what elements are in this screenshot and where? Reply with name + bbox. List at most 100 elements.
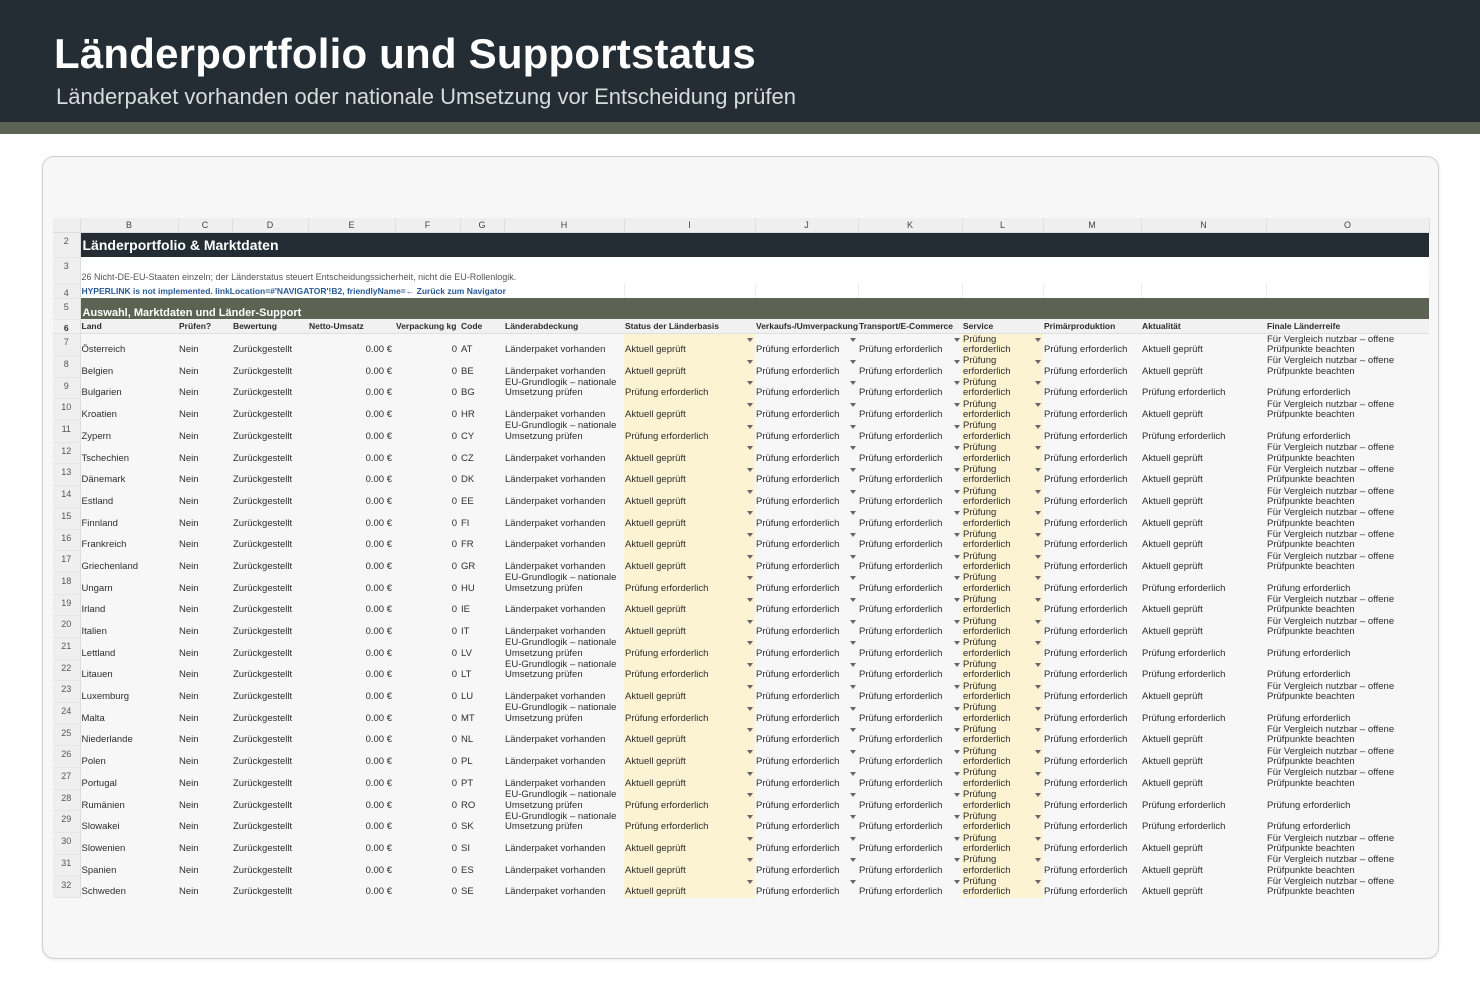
dropdown-arrow-icon[interactable] xyxy=(954,684,960,689)
verkauf-dropdown[interactable]: Prüfung erforderlich xyxy=(755,876,858,898)
status-dropdown[interactable]: Aktuell geprüft xyxy=(624,485,755,508)
cell-netto-umsatz[interactable]: 0.00 € xyxy=(308,810,395,833)
cell-land[interactable]: Rumänien xyxy=(80,789,178,811)
transport-dropdown[interactable]: Prüfung erforderlich xyxy=(858,550,962,573)
cell-code[interactable]: ES xyxy=(460,854,504,876)
service-dropdown[interactable]: Prüfung erforderlich xyxy=(962,659,1043,681)
cell-laenderabdeckung[interactable]: Länderpaket vorhanden xyxy=(504,550,624,573)
status-dropdown[interactable]: Aktuell geprüft xyxy=(624,463,755,486)
cell-finale-laenderreife[interactable]: Prüfung erforderlich xyxy=(1266,572,1429,595)
cell-code[interactable]: FI xyxy=(460,507,504,529)
cell-verpackung-kg[interactable]: 0 xyxy=(395,529,460,551)
cell-pruefen[interactable]: Nein xyxy=(178,615,232,638)
cell-pruefen[interactable]: Nein xyxy=(178,420,232,443)
cell-code[interactable]: AT xyxy=(460,333,504,356)
dropdown-arrow-icon[interactable] xyxy=(1035,749,1041,754)
status-dropdown[interactable]: Aktuell geprüft xyxy=(624,529,755,551)
transport-dropdown[interactable]: Prüfung erforderlich xyxy=(858,594,962,616)
cell-primaerproduktion[interactable]: Prüfung erforderlich xyxy=(1043,702,1141,725)
status-dropdown[interactable]: Prüfung erforderlich xyxy=(624,572,755,595)
cell-netto-umsatz[interactable]: 0.00 € xyxy=(308,876,395,898)
service-dropdown[interactable]: Prüfung erforderlich xyxy=(962,398,1043,421)
cell-laenderabdeckung[interactable]: Länderpaket vorhanden xyxy=(504,724,624,746)
cell-finale-laenderreife[interactable]: Für Vergleich nutzbar – offene Prüfpunkt… xyxy=(1266,724,1429,746)
cell-finale-laenderreife[interactable]: Prüfung erforderlich xyxy=(1266,810,1429,833)
cell-land[interactable]: Niederlande xyxy=(80,724,178,746)
cell-netto-umsatz[interactable]: 0.00 € xyxy=(308,463,395,486)
verkauf-dropdown[interactable]: Prüfung erforderlich xyxy=(755,767,858,790)
row-number[interactable]: 27 xyxy=(53,767,81,790)
transport-dropdown[interactable]: Prüfung erforderlich xyxy=(858,876,962,898)
dropdown-arrow-icon[interactable] xyxy=(954,381,960,386)
cell-primaerproduktion[interactable]: Prüfung erforderlich xyxy=(1043,572,1141,595)
cell-verpackung-kg[interactable]: 0 xyxy=(395,333,460,356)
cell-laenderabdeckung[interactable]: Länderpaket vorhanden xyxy=(504,615,624,638)
cell-primaerproduktion[interactable]: Prüfung erforderlich xyxy=(1043,724,1141,746)
cell-verpackung-kg[interactable]: 0 xyxy=(395,572,460,595)
dropdown-arrow-icon[interactable] xyxy=(747,619,753,624)
cell-verpackung-kg[interactable]: 0 xyxy=(395,420,460,443)
verkauf-dropdown[interactable]: Prüfung erforderlich xyxy=(755,333,858,356)
cell-primaerproduktion[interactable]: Prüfung erforderlich xyxy=(1043,463,1141,486)
cell-primaerproduktion[interactable]: Prüfung erforderlich xyxy=(1043,529,1141,551)
cell-netto-umsatz[interactable]: 0.00 € xyxy=(308,659,395,681)
cell-finale-laenderreife[interactable]: Für Vergleich nutzbar – offene Prüfpunkt… xyxy=(1266,398,1429,421)
cell-pruefen[interactable]: Nein xyxy=(178,789,232,811)
transport-dropdown[interactable]: Prüfung erforderlich xyxy=(858,832,962,855)
cell-land[interactable]: Belgien xyxy=(80,355,178,378)
cell-code[interactable]: IE xyxy=(460,594,504,616)
dropdown-arrow-icon[interactable] xyxy=(747,467,753,472)
cell-pruefen[interactable]: Nein xyxy=(178,398,232,421)
dropdown-arrow-icon[interactable] xyxy=(747,880,753,884)
cell-aktualitaet[interactable]: Prüfung erforderlich xyxy=(1141,420,1266,443)
dropdown-arrow-icon[interactable] xyxy=(1035,359,1041,364)
transport-dropdown[interactable]: Prüfung erforderlich xyxy=(858,659,962,681)
verkauf-dropdown[interactable]: Prüfung erforderlich xyxy=(755,594,858,616)
cell-code[interactable]: LT xyxy=(460,659,504,681)
verkauf-dropdown[interactable]: Prüfung erforderlich xyxy=(755,680,858,703)
service-dropdown[interactable]: Prüfung erforderlich xyxy=(962,377,1043,399)
dropdown-arrow-icon[interactable] xyxy=(1035,576,1041,581)
cell-primaerproduktion[interactable]: Prüfung erforderlich xyxy=(1043,767,1141,790)
dropdown-arrow-icon[interactable] xyxy=(1035,771,1041,776)
transport-dropdown[interactable]: Prüfung erforderlich xyxy=(858,420,962,443)
row-number[interactable]: 18 xyxy=(53,572,81,595)
status-dropdown[interactable]: Aktuell geprüft xyxy=(624,442,755,464)
cell-laenderabdeckung[interactable]: EU-Grundlogik – nationale Umsetzung prüf… xyxy=(504,637,624,660)
cell-bewertung[interactable]: Zurückgestellt xyxy=(232,420,308,443)
verkauf-dropdown[interactable]: Prüfung erforderlich xyxy=(755,485,858,508)
status-dropdown[interactable]: Prüfung erforderlich xyxy=(624,420,755,443)
dropdown-arrow-icon[interactable] xyxy=(954,511,960,516)
row-number[interactable]: 6 xyxy=(53,319,81,335)
cell-aktualitaet[interactable]: Prüfung erforderlich xyxy=(1141,377,1266,399)
cell-laenderabdeckung[interactable]: Länderpaket vorhanden xyxy=(504,594,624,616)
transport-dropdown[interactable]: Prüfung erforderlich xyxy=(858,854,962,876)
dropdown-arrow-icon[interactable] xyxy=(1035,446,1041,451)
dropdown-arrow-icon[interactable] xyxy=(954,793,960,798)
cell-primaerproduktion[interactable]: Prüfung erforderlich xyxy=(1043,659,1141,681)
dropdown-arrow-icon[interactable] xyxy=(954,576,960,581)
verkauf-dropdown[interactable]: Prüfung erforderlich xyxy=(755,659,858,681)
dropdown-arrow-icon[interactable] xyxy=(1035,880,1041,884)
cell-code[interactable]: LU xyxy=(460,680,504,703)
cell-finale-laenderreife[interactable]: Für Vergleich nutzbar – offene Prüfpunkt… xyxy=(1266,615,1429,638)
cell-laenderabdeckung[interactable]: EU-Grundlogik – nationale Umsetzung prüf… xyxy=(504,659,624,681)
cell-pruefen[interactable]: Nein xyxy=(178,529,232,551)
cell-bewertung[interactable]: Zurückgestellt xyxy=(232,550,308,573)
cell-netto-umsatz[interactable]: 0.00 € xyxy=(308,854,395,876)
cell-code[interactable]: CY xyxy=(460,420,504,443)
status-dropdown[interactable]: Aktuell geprüft xyxy=(624,745,755,768)
cell-primaerproduktion[interactable]: Prüfung erforderlich xyxy=(1043,333,1141,356)
cell-code[interactable]: NL xyxy=(460,724,504,746)
cell-bewertung[interactable]: Zurückgestellt xyxy=(232,745,308,768)
dropdown-arrow-icon[interactable] xyxy=(850,446,856,451)
cell-pruefen[interactable]: Nein xyxy=(178,355,232,378)
dropdown-arrow-icon[interactable] xyxy=(1035,381,1041,386)
row-number[interactable]: 11 xyxy=(53,420,81,443)
column-header[interactable]: G xyxy=(460,218,505,233)
dropdown-arrow-icon[interactable] xyxy=(954,749,960,754)
cell-pruefen[interactable]: Nein xyxy=(178,832,232,855)
cell-netto-umsatz[interactable]: 0.00 € xyxy=(308,724,395,746)
cell-pruefen[interactable]: Nein xyxy=(178,507,232,529)
status-dropdown[interactable]: Prüfung erforderlich xyxy=(624,789,755,811)
